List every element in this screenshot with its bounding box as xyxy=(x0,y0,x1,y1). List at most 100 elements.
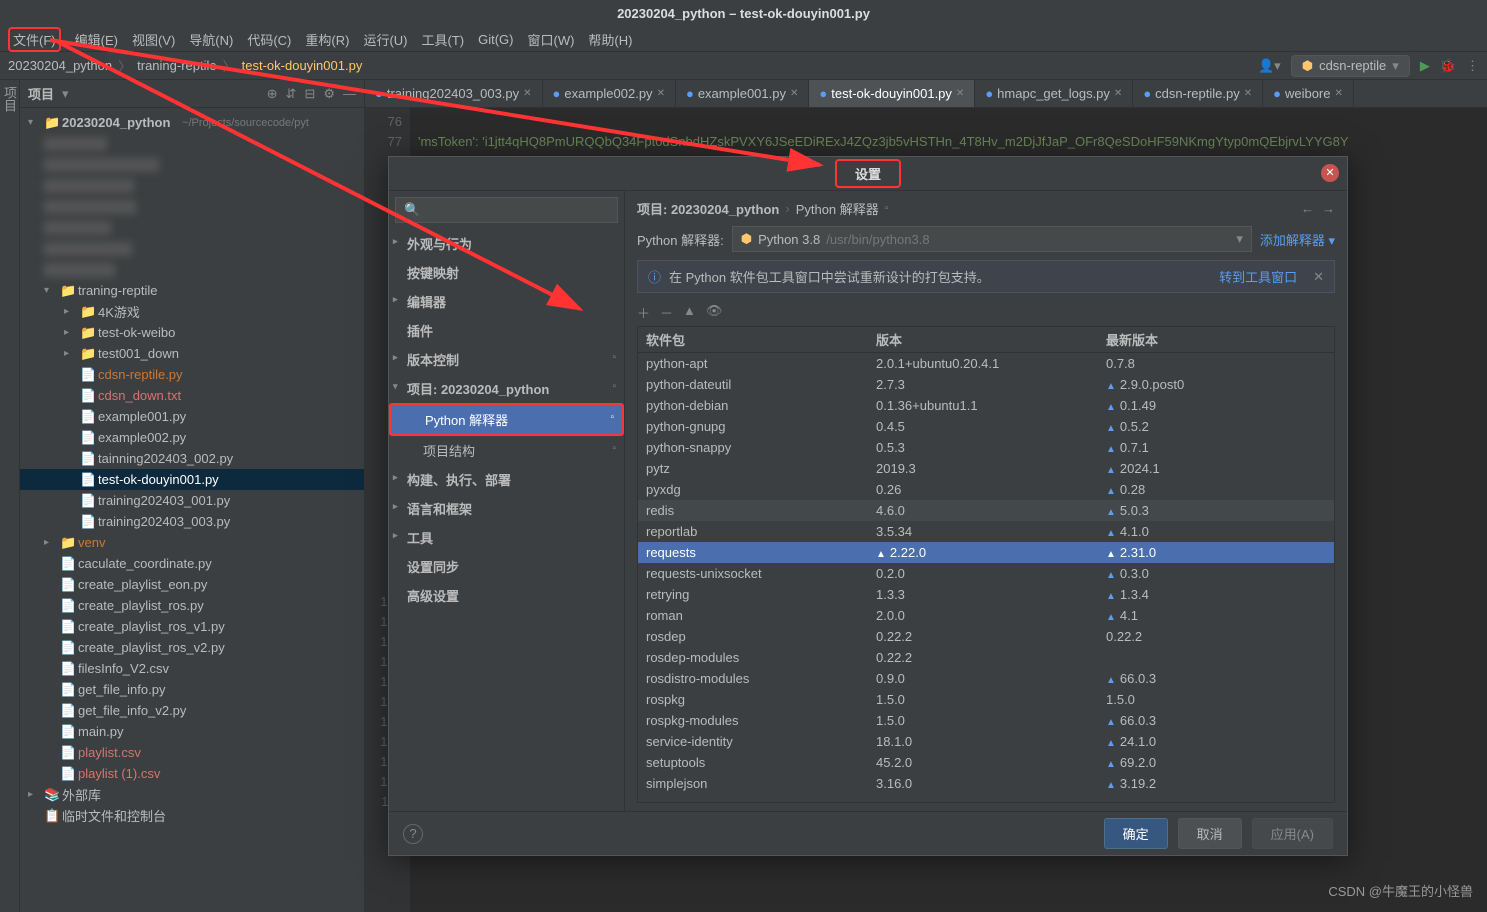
table-row[interactable]: python-apt2.0.1+ubuntu0.20.4.10.7.8 xyxy=(638,353,1334,374)
tab-close-icon[interactable]: ✕ xyxy=(657,88,665,99)
table-row[interactable]: redis4.6.0▲5.0.3 xyxy=(638,500,1334,521)
tree-file[interactable]: 📄tainning202403_002.py xyxy=(20,448,364,469)
settings-search[interactable]: 🔍 xyxy=(395,197,618,223)
search-input[interactable] xyxy=(424,203,609,218)
table-row[interactable]: service-identity18.1.0▲24.1.0 xyxy=(638,731,1334,752)
editor-tab[interactable]: ●example002.py✕ xyxy=(543,80,676,108)
cat-tools[interactable]: ▸工具 xyxy=(389,523,624,552)
tab-close-icon[interactable]: ✕ xyxy=(790,88,798,99)
editor-tab[interactable]: ●weibore✕ xyxy=(1263,80,1354,108)
tab-close-icon[interactable]: ✕ xyxy=(523,88,531,99)
remove-pkg-icon[interactable]: － xyxy=(660,303,673,322)
table-row[interactable]: rospkg1.5.01.5.0 xyxy=(638,689,1334,710)
banner-close-icon[interactable]: ✕ xyxy=(1313,269,1324,285)
tree-sub3[interactable]: ▸📁test001_down xyxy=(20,343,364,364)
editor-tab[interactable]: ●cdsn-reptile.py✕ xyxy=(1133,80,1263,108)
tree-file[interactable]: 📄create_playlist_eon.py xyxy=(20,574,364,595)
menu-git[interactable]: Git(G) xyxy=(478,32,513,47)
tree-file[interactable]: 📄test-ok-douyin001.py xyxy=(20,469,364,490)
debug-icon[interactable]: 🐞 xyxy=(1440,58,1456,74)
table-row[interactable]: pytz2019.3▲2024.1 xyxy=(638,458,1334,479)
menu-code[interactable]: 代码(C) xyxy=(247,30,291,49)
col-version[interactable]: 版本 xyxy=(868,327,1098,352)
table-row[interactable]: reportlab3.5.34▲4.1.0 xyxy=(638,521,1334,542)
table-row[interactable]: roman2.0.0▲4.1 xyxy=(638,605,1334,626)
menu-run[interactable]: 运行(U) xyxy=(363,30,407,49)
table-row[interactable]: python-gnupg0.4.5▲0.5.2 xyxy=(638,416,1334,437)
ok-button[interactable]: 确定 xyxy=(1104,818,1168,849)
tree-file[interactable]: 📄filesInfo_V2.csv xyxy=(20,658,364,679)
gear-icon[interactable]: ⚙ xyxy=(323,86,335,102)
toolwin-project[interactable]: 项目 xyxy=(0,86,19,912)
tree-file[interactable]: 📄create_playlist_ros_v1.py xyxy=(20,616,364,637)
add-interp-link[interactable]: 添加解释器 ▾ xyxy=(1260,230,1335,249)
table-row[interactable]: rosdep-modules0.22.2 xyxy=(638,647,1334,668)
tab-close-icon[interactable]: ✕ xyxy=(1244,88,1252,99)
table-row[interactable]: retrying1.3.3▲1.3.4 xyxy=(638,584,1334,605)
tab-close-icon[interactable]: ✕ xyxy=(1335,88,1343,99)
cat-editor[interactable]: ▸编辑器 xyxy=(389,287,624,316)
cat-vcs[interactable]: ▸版本控制▫ xyxy=(389,345,624,374)
apply-button[interactable]: 应用(A) xyxy=(1252,818,1333,849)
menu-file[interactable]: 文件(F) xyxy=(8,27,61,52)
editor-tab[interactable]: ●training202403_003.py✕ xyxy=(365,80,543,108)
tree-extlib[interactable]: ▸📚外部库 xyxy=(20,784,364,805)
menu-edit[interactable]: 编辑(E) xyxy=(75,30,118,49)
cat-lang[interactable]: ▸语言和框架 xyxy=(389,494,624,523)
tree-file[interactable]: 📄get_file_info.py xyxy=(20,679,364,700)
tree-file[interactable]: 📄create_playlist_ros.py xyxy=(20,595,364,616)
menu-refactor[interactable]: 重构(R) xyxy=(305,30,349,49)
upgrade-pkg-icon[interactable]: ▲ xyxy=(683,303,696,322)
hide-icon[interactable]: — xyxy=(343,86,356,101)
tree-file[interactable]: 📄cdsn_down.txt xyxy=(20,385,364,406)
close-icon[interactable]: ✕ xyxy=(1321,164,1339,182)
run-config[interactable]: ⬢cdsn-reptile▾ xyxy=(1291,55,1410,77)
tab-close-icon[interactable]: ✕ xyxy=(956,88,964,99)
table-row[interactable]: rosdistro-modules0.9.0▲66.0.3 xyxy=(638,668,1334,689)
tree-scratch[interactable]: 📋临时文件和控制台 xyxy=(20,805,364,826)
locate-icon[interactable]: ⊕ xyxy=(267,86,278,102)
tree-file[interactable]: 📄caculate_coordinate.py xyxy=(20,553,364,574)
cat-build[interactable]: ▸构建、执行、部署 xyxy=(389,465,624,494)
tree-file[interactable]: 📄training202403_003.py xyxy=(20,511,364,532)
add-pkg-icon[interactable]: ＋ xyxy=(637,303,650,322)
table-row[interactable]: rosdep0.22.20.22.2 xyxy=(638,626,1334,647)
editor-tab[interactable]: ●hmapc_get_logs.py✕ xyxy=(975,80,1133,108)
packages-table[interactable]: 软件包 版本 最新版本 python-apt2.0.1+ubuntu0.20.4… xyxy=(637,326,1335,803)
table-row[interactable]: python-debian0.1.36+ubuntu1.1▲0.1.49 xyxy=(638,395,1334,416)
cat-interpreter[interactable]: Python 解释器▫ xyxy=(389,403,624,436)
table-row[interactable]: python-snappy0.5.3▲0.7.1 xyxy=(638,437,1334,458)
col-latest[interactable]: 最新版本 xyxy=(1098,327,1334,352)
table-row[interactable]: setuptools45.2.0▲69.2.0 xyxy=(638,752,1334,773)
cat-structure[interactable]: 项目结构▫ xyxy=(389,436,624,465)
table-row[interactable]: rospkg-modules1.5.0▲66.0.3 xyxy=(638,710,1334,731)
menu-window[interactable]: 窗口(W) xyxy=(527,30,574,49)
run-icon[interactable]: ▶ xyxy=(1420,58,1430,74)
more-icon[interactable]: ⋮ xyxy=(1466,58,1479,74)
table-row[interactable]: simplejson3.16.0▲3.19.2 xyxy=(638,773,1334,794)
menu-help[interactable]: 帮助(H) xyxy=(588,30,632,49)
tree-file[interactable]: 📄cdsn-reptile.py xyxy=(20,364,364,385)
tree-file[interactable]: 📄training202403_001.py xyxy=(20,490,364,511)
cancel-button[interactable]: 取消 xyxy=(1178,818,1242,849)
tree-sub2[interactable]: ▸📁test-ok-weibo xyxy=(20,322,364,343)
cat-project[interactable]: ▾项目: 20230204_python▫ xyxy=(389,374,624,403)
tree-sub1[interactable]: ▸📁4K游戏 xyxy=(20,301,364,322)
cat-plugins[interactable]: 插件 xyxy=(389,316,624,345)
banner-link[interactable]: 转到工具窗口 xyxy=(1219,267,1297,286)
tree-file[interactable]: 📄playlist.csv xyxy=(20,742,364,763)
tree-venv[interactable]: ▸📁venv xyxy=(20,532,364,553)
project-tree[interactable]: ▾📁20230204_python ~/Projects/sourcecode/… xyxy=(20,108,364,912)
tree-file[interactable]: 📄get_file_info_v2.py xyxy=(20,700,364,721)
table-row[interactable]: python-dateutil2.7.3▲2.9.0.post0 xyxy=(638,374,1334,395)
crumb-folder[interactable]: traning-reptile xyxy=(137,58,217,73)
user-icon[interactable]: 👤▾ xyxy=(1258,58,1281,74)
menu-nav[interactable]: 导航(N) xyxy=(189,30,233,49)
show-early-icon[interactable]: 👁 xyxy=(706,303,723,322)
tree-file[interactable]: 📄create_playlist_ros_v2.py xyxy=(20,637,364,658)
crumb-file[interactable]: test-ok-douyin001.py xyxy=(242,58,363,73)
cat-appearance[interactable]: ▸外观与行为 xyxy=(389,229,624,258)
expand-icon[interactable]: ⇵ xyxy=(286,86,297,102)
nav-back-icon[interactable]: ← xyxy=(1301,201,1314,216)
tab-close-icon[interactable]: ✕ xyxy=(1114,88,1122,99)
